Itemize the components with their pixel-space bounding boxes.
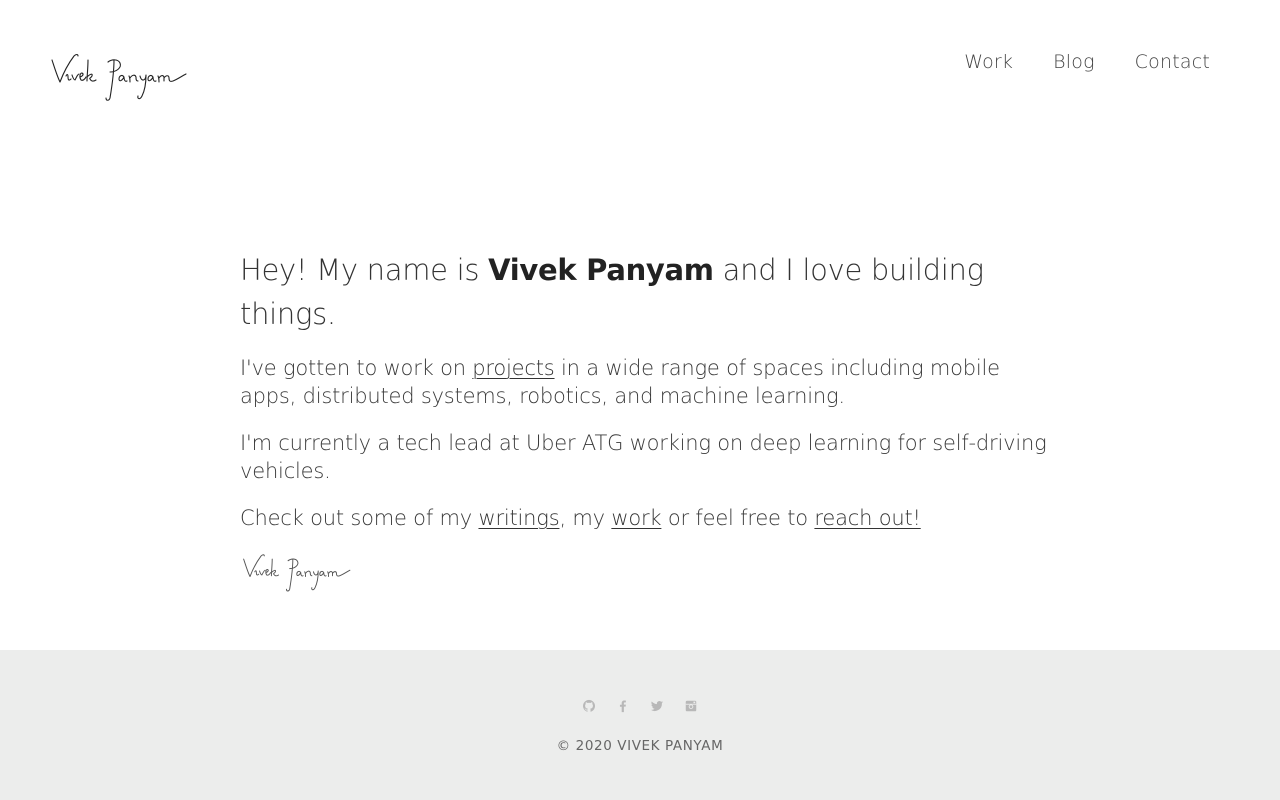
site-footer: © 2020 VIVEK PANYAM — [0, 650, 1280, 800]
main-nav: Work Blog Contact — [964, 48, 1210, 76]
intro-headline: Hey! My name is Vivek Panyam and I love … — [240, 248, 1060, 336]
copyright-text: © 2020 VIVEK PANYAM — [556, 738, 724, 754]
work-link[interactable]: work — [611, 506, 661, 530]
projects-link[interactable]: projects — [472, 356, 554, 380]
twitter-link[interactable] — [649, 698, 665, 714]
page: Work Blog Contact Hey! My name is Vivek … — [0, 0, 1280, 800]
para3-before: Check out some of my — [240, 506, 479, 530]
twitter-icon — [650, 701, 664, 711]
writings-link[interactable]: writings — [478, 506, 559, 530]
site-header: Work Blog Contact — [0, 0, 1280, 130]
facebook-icon — [619, 700, 626, 713]
logo-link[interactable] — [48, 46, 188, 104]
github-link[interactable] — [581, 698, 597, 714]
instagram-icon — [685, 700, 697, 712]
nav-blog[interactable]: Blog — [1053, 48, 1095, 76]
reach-out-link[interactable]: reach out! — [814, 506, 921, 530]
intro-paragraph-links: Check out some of my writings, my work o… — [240, 504, 1060, 532]
github-icon — [582, 699, 596, 712]
para3-mid2: or feel free to — [661, 506, 815, 530]
headline-prefix: Hey! My name is — [240, 253, 489, 287]
signature-image — [243, 554, 351, 592]
intro-section: Hey! My name is Vivek Panyam and I love … — [240, 248, 1060, 594]
para1-before: I've gotten to work on — [240, 356, 473, 380]
instagram-link[interactable] — [683, 698, 699, 714]
social-links — [0, 698, 1280, 714]
signature-logo — [51, 53, 187, 101]
intro-paragraph-current-role: I'm currently a tech lead at Uber ATG wo… — [240, 431, 1047, 483]
intro-paragraph-projects: I've gotten to work on projects in a wid… — [240, 354, 1060, 410]
para3-mid1: , my — [559, 506, 612, 530]
facebook-link[interactable] — [615, 698, 631, 714]
headline-name: Vivek Panyam — [488, 253, 714, 287]
nav-contact[interactable]: Contact — [1135, 48, 1210, 76]
nav-work[interactable]: Work — [964, 48, 1013, 76]
